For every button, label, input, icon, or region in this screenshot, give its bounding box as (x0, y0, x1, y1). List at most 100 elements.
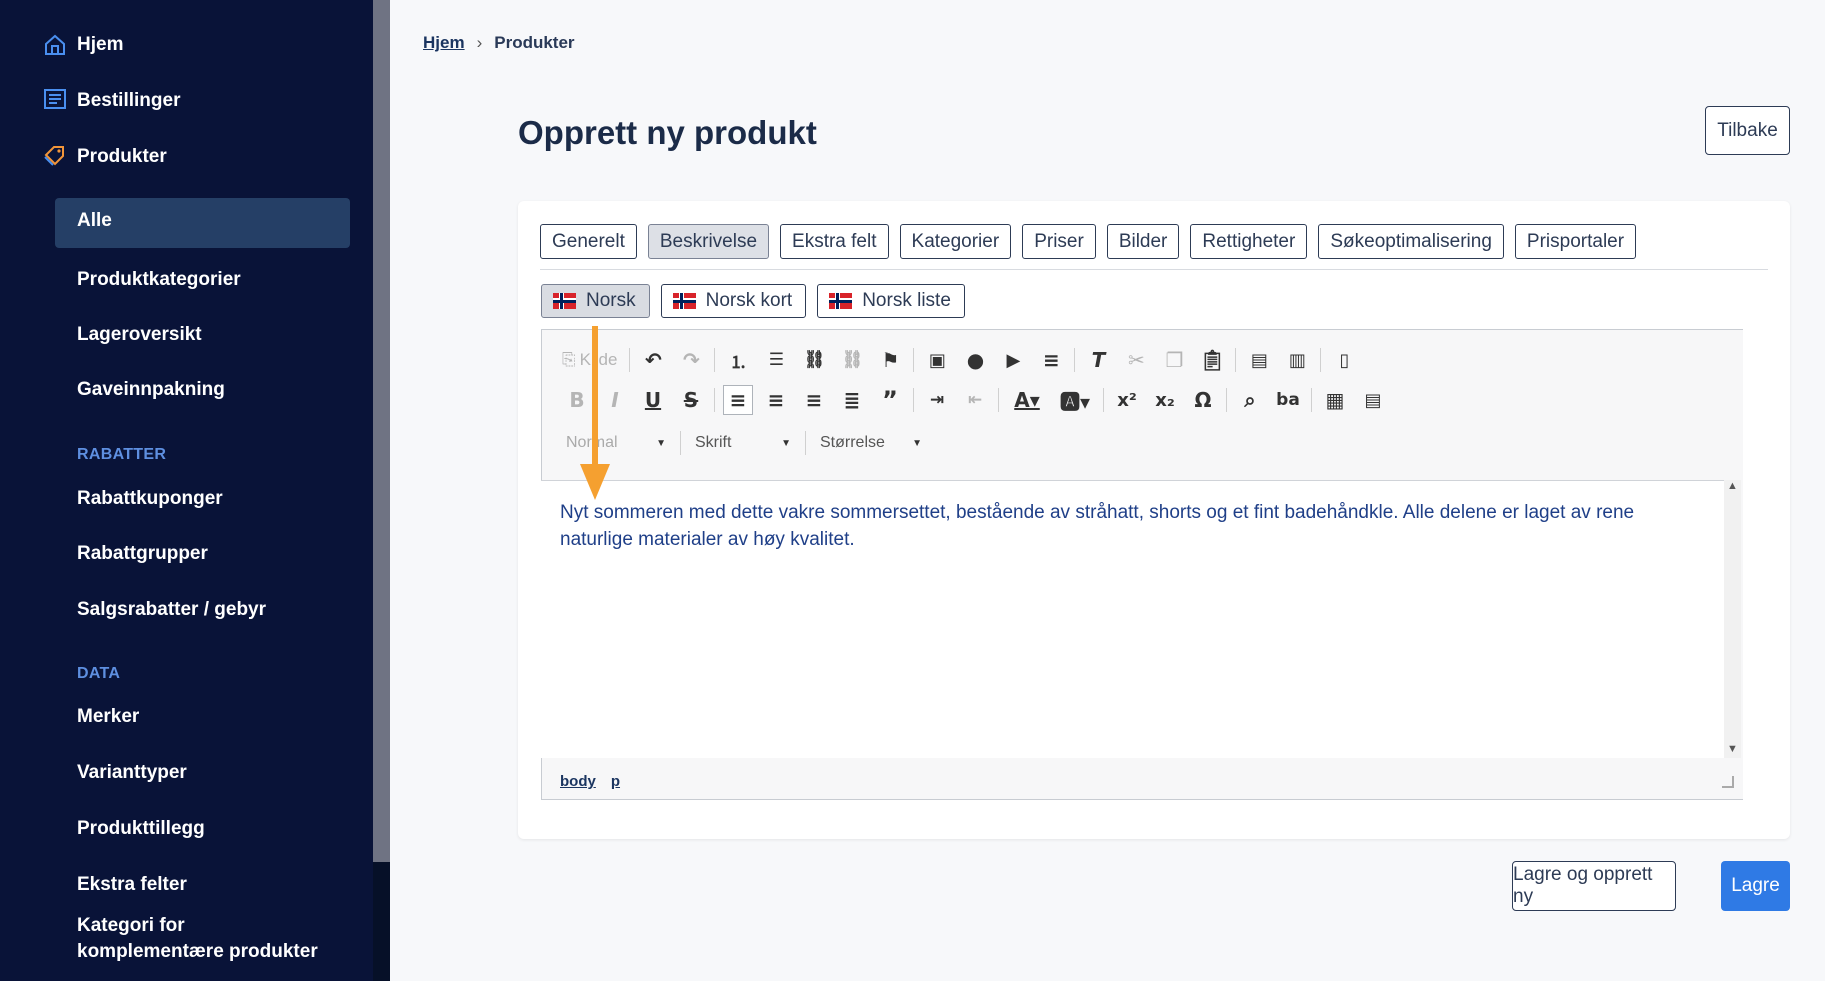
font-select-value: Skrift (695, 434, 732, 451)
toolbar-row-2: B I U S ≡ ≡ ≡ ≣ ” ⇥ ⇤ A▾ 🅰︎▾ x² x₂ Ω ⌕ b… (562, 384, 1396, 416)
background-color-icon[interactable]: 🅰︎▾ (1055, 385, 1095, 415)
caret-down-icon: ▼ (912, 437, 922, 449)
numbered-list-icon[interactable]: ⒈ (723, 345, 753, 375)
image-icon[interactable]: ▣ (922, 345, 952, 375)
sidebar-item-lageroversikt[interactable]: Lageroversikt (77, 322, 202, 348)
editor-content-area[interactable]: Nyt sommeren med dette vakre sommersette… (541, 480, 1741, 758)
page-title: Opprett ny produkt (518, 114, 817, 151)
chevron-right-icon: › (476, 33, 483, 52)
undo-icon[interactable]: ↶ (638, 345, 668, 375)
lang-tab-norsk-liste[interactable]: Norsk liste (817, 284, 965, 318)
tag-icon (44, 146, 64, 166)
lang-tab-norsk-kort[interactable]: Norsk kort (660, 284, 807, 318)
superscript-icon[interactable]: x² (1112, 385, 1142, 415)
tab-rettigheter[interactable]: Rettigheter (1190, 224, 1308, 259)
norway-flag-icon (553, 293, 576, 309)
sidebar-item-bestillinger[interactable]: Bestillinger (77, 88, 180, 114)
sidebar-item-produkter[interactable]: Produkter (77, 144, 167, 170)
sidebar-scrollbar[interactable] (373, 0, 390, 981)
bulleted-list-icon[interactable]: ☰ (761, 345, 791, 375)
copy-icon[interactable]: ❐ (1159, 345, 1189, 375)
find-icon[interactable]: ⌕ (1235, 385, 1265, 415)
scroll-down-icon[interactable]: ▼ (1727, 743, 1738, 755)
sidebar-item-gaveinnpakning[interactable]: Gaveinnpakning (77, 377, 225, 403)
tab-bilder[interactable]: Bilder (1106, 224, 1180, 259)
remove-format-icon[interactable]: T (1083, 345, 1113, 375)
tab-priser[interactable]: Priser (1022, 224, 1096, 259)
breadcrumb-home-link[interactable]: Hjem (423, 33, 465, 52)
outdent-icon[interactable]: ⇤ (960, 385, 990, 415)
page-break-icon[interactable]: ▤ (1358, 385, 1388, 415)
sidebar-item-varianttyper[interactable]: Varianttyper (77, 760, 187, 786)
sidebar-item-label: Kategori for (77, 915, 185, 936)
unlink-icon[interactable]: ⛓ (837, 345, 867, 375)
path-p[interactable]: p (611, 773, 620, 790)
sidebar-item-ekstra-felter[interactable]: Ekstra felter (77, 872, 187, 898)
sidebar-item-rabattkuponger[interactable]: Rabattkuponger (77, 486, 223, 512)
strikethrough-icon[interactable]: S (676, 385, 706, 415)
sidebar-item-hjem[interactable]: Hjem (77, 32, 123, 58)
underline-icon[interactable]: U (638, 385, 668, 415)
language-tabs: Norsk Norsk kort Norsk liste (541, 284, 965, 318)
toolbar-row-1: ⎘ Kilde ↶ ↷ ⒈ ☰ ⛓ ⛓ ⚑ ▣ ● ▶ ≡ T ✂ ❐ 📋︎ ▤… (562, 344, 1367, 376)
paste-text-icon[interactable]: ▤ (1244, 345, 1274, 375)
font-select[interactable]: Skrift ▼ (691, 428, 795, 458)
sidebar-item-kategori-komplementaere[interactable]: Kategori for komplementære produkter (77, 913, 318, 965)
resize-handle-icon[interactable] (1722, 776, 1734, 788)
align-center-icon[interactable]: ≡ (761, 385, 791, 415)
tabs-divider (540, 269, 1768, 270)
lang-tab-norsk[interactable]: Norsk (541, 284, 650, 318)
text-color-icon[interactable]: A▾ (1007, 385, 1047, 415)
special-char-omega-icon[interactable]: Ω (1188, 385, 1218, 415)
sidebar-item-salgsrabatter[interactable]: Salgsrabatter / gebyr (77, 597, 266, 623)
size-select[interactable]: Størrelse ▼ (816, 428, 926, 458)
norway-flag-icon (672, 293, 696, 309)
tab-ekstra-felt[interactable]: Ekstra felt (780, 224, 889, 259)
breadcrumb-current: Produkter (494, 33, 575, 52)
breadcrumb: Hjem › Produkter (423, 33, 575, 53)
link-icon[interactable]: ⛓ (799, 345, 829, 375)
blockquote-icon[interactable]: ” (875, 385, 905, 415)
paste-icon[interactable]: 📋︎ (1197, 345, 1227, 375)
table-icon[interactable]: ▦ (1320, 385, 1350, 415)
lang-tab-label: Norsk (586, 290, 636, 311)
editor-paragraph[interactable]: Nyt sommeren med dette vakre sommersette… (560, 499, 1690, 553)
format-select[interactable]: Normal ▼ (562, 428, 670, 458)
sidebar-item-produkttillegg[interactable]: Produkttillegg (77, 816, 205, 842)
flash-icon[interactable]: ● (960, 345, 990, 375)
save-button[interactable]: Lagre (1721, 861, 1790, 911)
norway-flag-icon (829, 293, 853, 309)
anchor-flag-icon[interactable]: ⚑ (875, 345, 905, 375)
sidebar-item-alle[interactable]: Alle (55, 198, 350, 248)
sidebar-item-rabattgrupper[interactable]: Rabattgrupper (77, 541, 208, 567)
sidebar-item-merker[interactable]: Merker (77, 704, 139, 730)
arrow-down-annotation (580, 326, 610, 500)
save-and-create-new-button[interactable]: Lagre og opprett ny (1512, 861, 1676, 911)
paste-word-icon[interactable]: ▥ (1282, 345, 1312, 375)
path-body[interactable]: body (560, 773, 596, 790)
align-right-icon[interactable]: ≡ (799, 385, 829, 415)
youtube-icon[interactable]: ▶ (998, 345, 1028, 375)
horizontal-rule-icon[interactable]: ≡ (1036, 345, 1066, 375)
editor-path-bar: body p (560, 773, 620, 790)
scroll-up-icon[interactable]: ▲ (1727, 480, 1738, 492)
back-button[interactable]: Tilbake (1705, 106, 1790, 155)
replace-icon[interactable]: ba (1273, 385, 1303, 415)
cut-icon[interactable]: ✂ (1121, 345, 1151, 375)
subscript-icon[interactable]: x₂ (1150, 385, 1180, 415)
scrollbar-thumb[interactable] (373, 0, 390, 862)
tab-beskrivelse[interactable]: Beskrivelse (647, 224, 770, 259)
justify-icon[interactable]: ≣ (837, 385, 867, 415)
templates-icon[interactable]: ▯ (1329, 345, 1359, 375)
size-select-value: Størrelse (820, 434, 885, 451)
sidebar-item-produktkategorier[interactable]: Produktkategorier (77, 267, 241, 293)
tab-generelt[interactable]: Generelt (540, 224, 637, 259)
tab-sokeoptimalisering[interactable]: Søkeoptimalisering (1318, 224, 1504, 259)
redo-icon[interactable]: ↷ (676, 345, 706, 375)
tab-kategorier[interactable]: Kategorier (899, 224, 1012, 259)
align-left-icon[interactable]: ≡ (723, 385, 753, 415)
editor-scrollbar[interactable]: ▲ ▼ (1724, 480, 1741, 758)
indent-icon[interactable]: ⇥ (922, 385, 952, 415)
sidebar-item-label: komplementære produkter (77, 941, 318, 962)
tab-prisportaler[interactable]: Prisportaler (1514, 224, 1637, 259)
